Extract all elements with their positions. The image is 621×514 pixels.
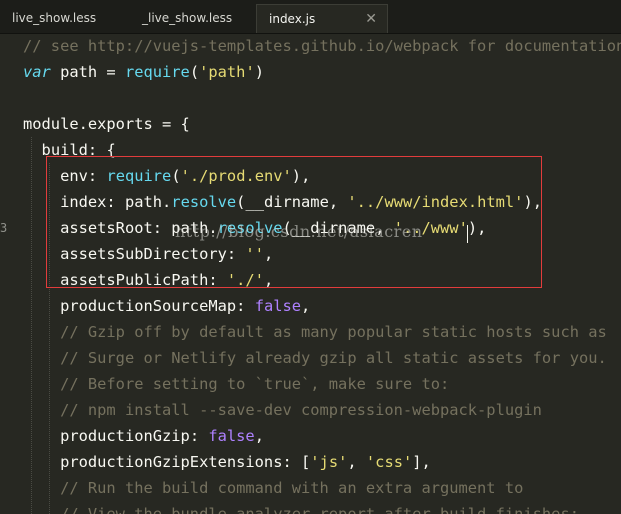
- editor-window: live_show.less _live_show.less index.js …: [0, 0, 621, 514]
- tab-bar: live_show.less _live_show.less index.js …: [0, 0, 621, 34]
- code-line[interactable]: productionSourceMap: false,: [23, 293, 310, 319]
- gutter-marker: 3: [0, 221, 8, 235]
- code-line[interactable]: productionGzipExtensions: ['js', 'css'],: [23, 449, 431, 475]
- watermark: http://blog.csdn.net/asiacren: [175, 222, 423, 241]
- code-line[interactable]: // Surge or Netlify already gzip all sta…: [23, 345, 607, 371]
- code-line[interactable]: // see http://vuejs-templates.github.io/…: [23, 33, 621, 59]
- code-line[interactable]: // View the bundle analyzer report after…: [23, 501, 579, 514]
- code-line[interactable]: productionGzip: false,: [23, 423, 264, 449]
- tab-underscore-live-show-less[interactable]: _live_show.less: [130, 4, 256, 33]
- code-line[interactable]: // Gzip off by default as many popular s…: [23, 319, 607, 345]
- tab-live-show-less[interactable]: live_show.less: [0, 4, 130, 33]
- code-line[interactable]: // Before setting to `true`, make sure t…: [23, 371, 449, 397]
- code-line[interactable]: // Run the build command with an extra a…: [23, 475, 523, 501]
- text-cursor: [467, 225, 468, 243]
- code-line[interactable]: module.exports = {: [23, 111, 190, 137]
- close-icon[interactable]: ✕: [365, 5, 377, 33]
- tab-index-js[interactable]: index.js ✕: [256, 4, 388, 33]
- tab-label: index.js: [269, 12, 316, 26]
- code-line[interactable]: // npm install --save-dev compression-we…: [23, 397, 542, 423]
- code-line[interactable]: var path = require('path'): [23, 59, 264, 85]
